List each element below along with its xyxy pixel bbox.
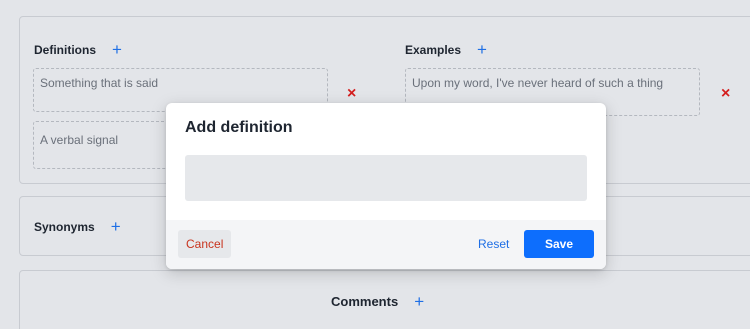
definition-input[interactable] (185, 155, 587, 201)
reset-button[interactable]: Reset (474, 230, 513, 258)
dialog-footer: Cancel Reset Save (166, 220, 606, 269)
save-button[interactable]: Save (524, 230, 594, 258)
cancel-button[interactable]: Cancel (178, 230, 232, 258)
add-definition-dialog: Add definition Cancel Reset Save (166, 103, 606, 269)
dialog-title: Add definition (185, 119, 293, 136)
